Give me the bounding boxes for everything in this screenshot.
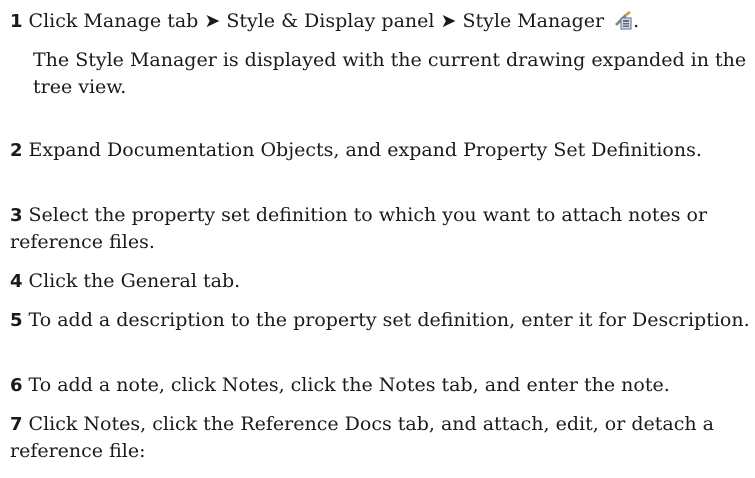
step-1: 1 Click Manage tab ➤ Style & Display pane… [10,8,750,38]
step-text: To add a note, click Notes, click the No… [28,374,670,396]
step-trailing: . [633,10,640,32]
step-text: Click the General tab. [28,270,241,292]
step-text: Select the property set definition to wh… [10,204,708,253]
step-number: 1 [10,11,23,32]
step-text: Click Notes, click the Reference Docs ta… [10,413,714,462]
step-1-note: The Style Manager is displayed with the … [33,49,747,98]
step-7: 7 Click Notes, click the Reference Docs t… [10,411,750,465]
step-text: To add a description to the property set… [28,309,750,331]
step-number: 6 [10,375,23,396]
step-text: Click Manage tab ➤ Style & Display panel… [28,10,605,32]
step-3: 3 Select the property set definition to w… [10,202,750,256]
step-6: 6 To add a note, click Notes, click the N… [10,372,750,399]
step-number: 5 [10,310,23,331]
step-number: 4 [10,271,23,292]
document-page: 1 Click Manage tab ➤ Style & Display pane… [0,0,755,478]
step-2: 2 Expand Documentation Objects, and expan… [10,137,750,164]
step-number: 7 [10,414,23,435]
step-text: Expand Documentation Objects, and expand… [28,139,702,161]
step-4: 4 Click the General tab. [10,268,750,295]
step-number: 3 [10,205,23,226]
style-manager-icon [613,10,633,38]
step-5: 5 To add a description to the property se… [10,307,750,334]
step-number: 2 [10,140,23,161]
